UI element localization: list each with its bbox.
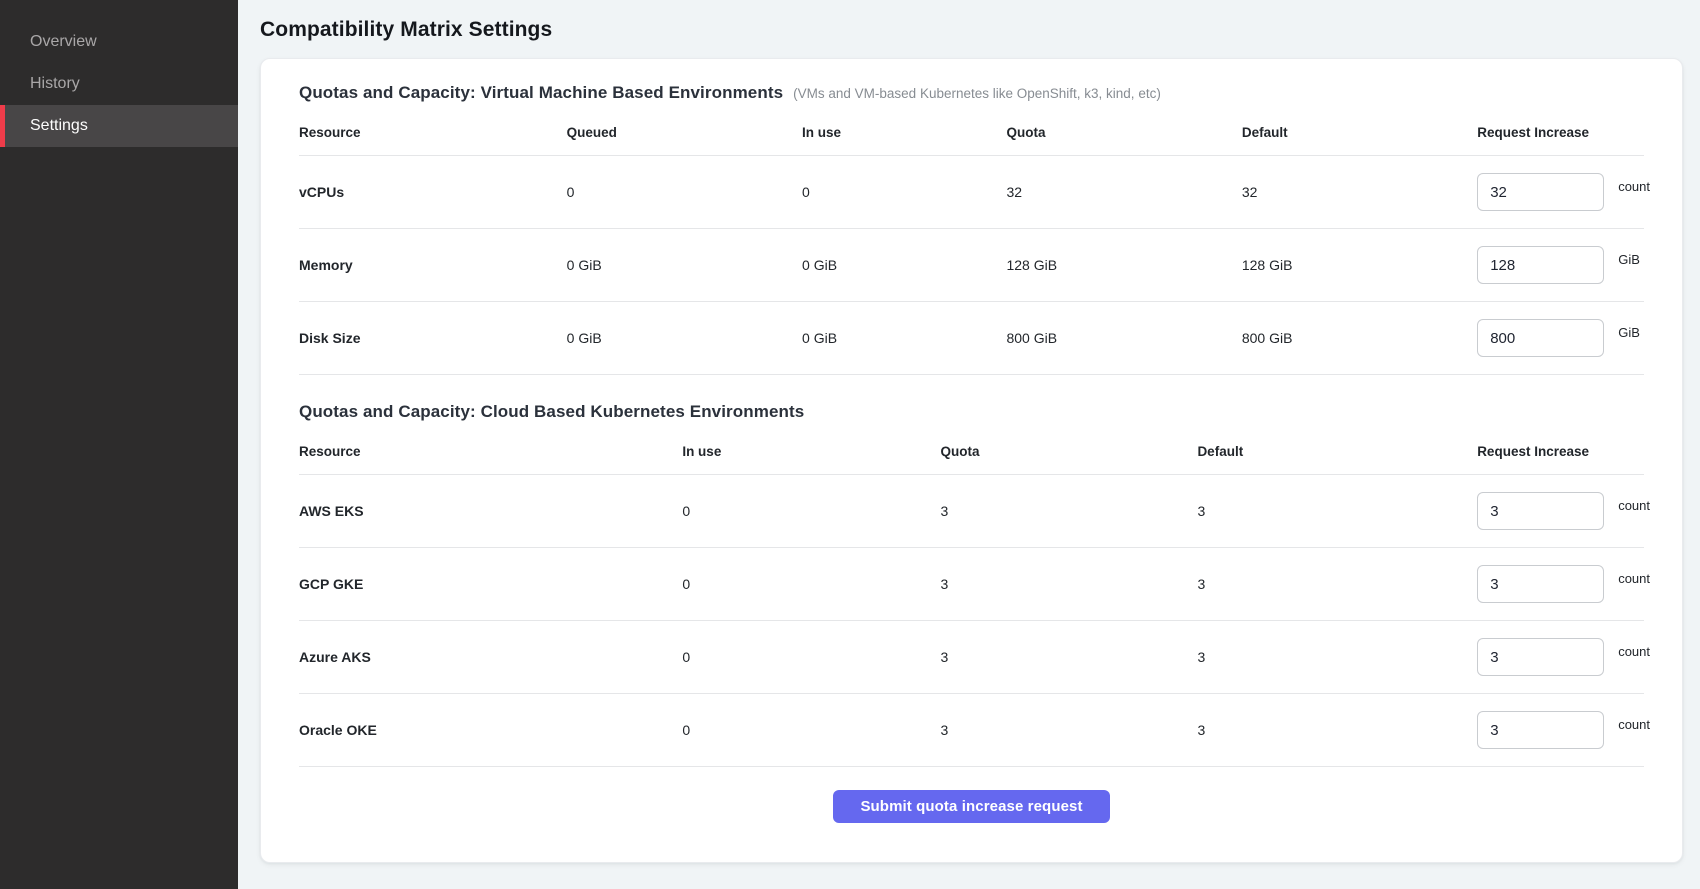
sidebar-item-settings[interactable]: Settings (0, 105, 238, 147)
column-header: In use (802, 125, 1006, 140)
cell-resource: Disk Size (299, 330, 567, 346)
cell-default: 128 GiB (1242, 257, 1477, 273)
cell-request-increase: GiB (1477, 246, 1644, 284)
cell-default: 3 (1197, 503, 1477, 519)
request-increase-input[interactable] (1477, 246, 1604, 284)
cloud-section-title: Quotas and Capacity: Cloud Based Kuberne… (299, 402, 804, 422)
request-increase-input[interactable] (1477, 173, 1604, 211)
vm-section-title: Quotas and Capacity: Virtual Machine Bas… (299, 83, 783, 103)
cell-request-increase: count (1477, 638, 1644, 676)
cell-in-use: 0 (682, 576, 940, 592)
unit-label: count (1618, 571, 1650, 586)
cell-request-increase: count (1477, 173, 1644, 211)
cell-in-use: 0 (682, 649, 940, 665)
table-header-row: ResourceIn useQuotaDefaultRequest Increa… (299, 436, 1644, 475)
column-header: Queued (567, 125, 802, 140)
sidebar-item-label: Settings (30, 117, 88, 135)
column-header: Default (1242, 125, 1477, 140)
sidebar-item-label: History (30, 75, 80, 93)
request-increase-input[interactable] (1477, 638, 1604, 676)
table-row: GCP GKE033count (299, 548, 1644, 621)
sidebar-nav: Overview History Settings (0, 0, 238, 147)
cell-in-use: 0 GiB (802, 257, 1006, 273)
unit-label: GiB (1618, 252, 1640, 267)
column-header: Request Increase (1477, 125, 1644, 140)
app-root: Overview History Settings Compatibility … (0, 0, 1700, 889)
cell-queued: 0 (567, 184, 802, 200)
vm-section-subtitle: (VMs and VM-based Kubernetes like OpenSh… (793, 86, 1161, 101)
cell-default: 3 (1197, 576, 1477, 592)
cell-resource: GCP GKE (299, 576, 682, 592)
cell-request-increase: GiB (1477, 319, 1644, 357)
page-title: Compatibility Matrix Settings (260, 18, 1683, 42)
main-content: Compatibility Matrix Settings Quotas and… (238, 0, 1700, 889)
cell-request-increase: count (1477, 711, 1644, 749)
table-row: vCPUs003232count (299, 156, 1644, 229)
request-increase-input[interactable] (1477, 492, 1604, 530)
submit-quota-button[interactable]: Submit quota increase request (833, 790, 1109, 823)
table-row: Memory0 GiB0 GiB128 GiB128 GiBGiB (299, 229, 1644, 302)
unit-label: count (1618, 179, 1650, 194)
table-row: AWS EKS033count (299, 475, 1644, 548)
cell-in-use: 0 (682, 722, 940, 738)
sidebar-item-history[interactable]: History (0, 63, 238, 105)
cell-request-increase: count (1477, 492, 1644, 530)
column-header: Request Increase (1477, 444, 1644, 459)
vm-quota-table: ResourceQueuedIn useQuotaDefaultRequest … (299, 117, 1644, 375)
unit-label: count (1618, 498, 1650, 513)
table-row: Disk Size0 GiB0 GiB800 GiB800 GiBGiB (299, 302, 1644, 375)
column-header: In use (682, 444, 940, 459)
sidebar-item-overview[interactable]: Overview (0, 21, 238, 63)
cell-resource: vCPUs (299, 184, 567, 200)
cloud-section-heading: Quotas and Capacity: Cloud Based Kuberne… (299, 402, 1644, 422)
cell-quota: 32 (1006, 184, 1241, 200)
cell-resource: Memory (299, 257, 567, 273)
cell-resource: Oracle OKE (299, 722, 682, 738)
cell-quota: 3 (941, 503, 1198, 519)
active-indicator-bar (0, 105, 5, 147)
cloud-quota-table: ResourceIn useQuotaDefaultRequest Increa… (299, 436, 1644, 767)
request-increase-input[interactable] (1477, 319, 1604, 357)
cell-default: 800 GiB (1242, 330, 1477, 346)
cell-resource: Azure AKS (299, 649, 682, 665)
unit-label: count (1618, 644, 1650, 659)
sidebar-item-label: Overview (30, 33, 97, 51)
column-header: Resource (299, 125, 567, 140)
cell-quota: 800 GiB (1006, 330, 1241, 346)
unit-label: GiB (1618, 325, 1640, 340)
vm-section-heading: Quotas and Capacity: Virtual Machine Bas… (299, 83, 1644, 103)
cell-in-use: 0 (682, 503, 940, 519)
cell-default: 3 (1197, 649, 1477, 665)
cell-quota: 128 GiB (1006, 257, 1241, 273)
cell-resource: AWS EKS (299, 503, 682, 519)
table-row: Oracle OKE033count (299, 694, 1644, 767)
column-header: Default (1197, 444, 1477, 459)
cell-quota: 3 (941, 722, 1198, 738)
request-increase-input[interactable] (1477, 565, 1604, 603)
request-increase-input[interactable] (1477, 711, 1604, 749)
cell-queued: 0 GiB (567, 330, 802, 346)
table-header-row: ResourceQueuedIn useQuotaDefaultRequest … (299, 117, 1644, 156)
unit-label: count (1618, 717, 1650, 732)
cell-in-use: 0 (802, 184, 1006, 200)
column-header: Resource (299, 444, 682, 459)
cell-default: 3 (1197, 722, 1477, 738)
column-header: Quota (941, 444, 1198, 459)
cell-quota: 3 (941, 576, 1198, 592)
button-row: Submit quota increase request (299, 790, 1644, 823)
cell-queued: 0 GiB (567, 257, 802, 273)
quota-settings-card: Quotas and Capacity: Virtual Machine Bas… (260, 58, 1683, 863)
column-header: Quota (1006, 125, 1241, 140)
sidebar: Overview History Settings (0, 0, 238, 889)
cell-request-increase: count (1477, 565, 1644, 603)
table-row: Azure AKS033count (299, 621, 1644, 694)
cell-in-use: 0 GiB (802, 330, 1006, 346)
cell-quota: 3 (941, 649, 1198, 665)
cell-default: 32 (1242, 184, 1477, 200)
